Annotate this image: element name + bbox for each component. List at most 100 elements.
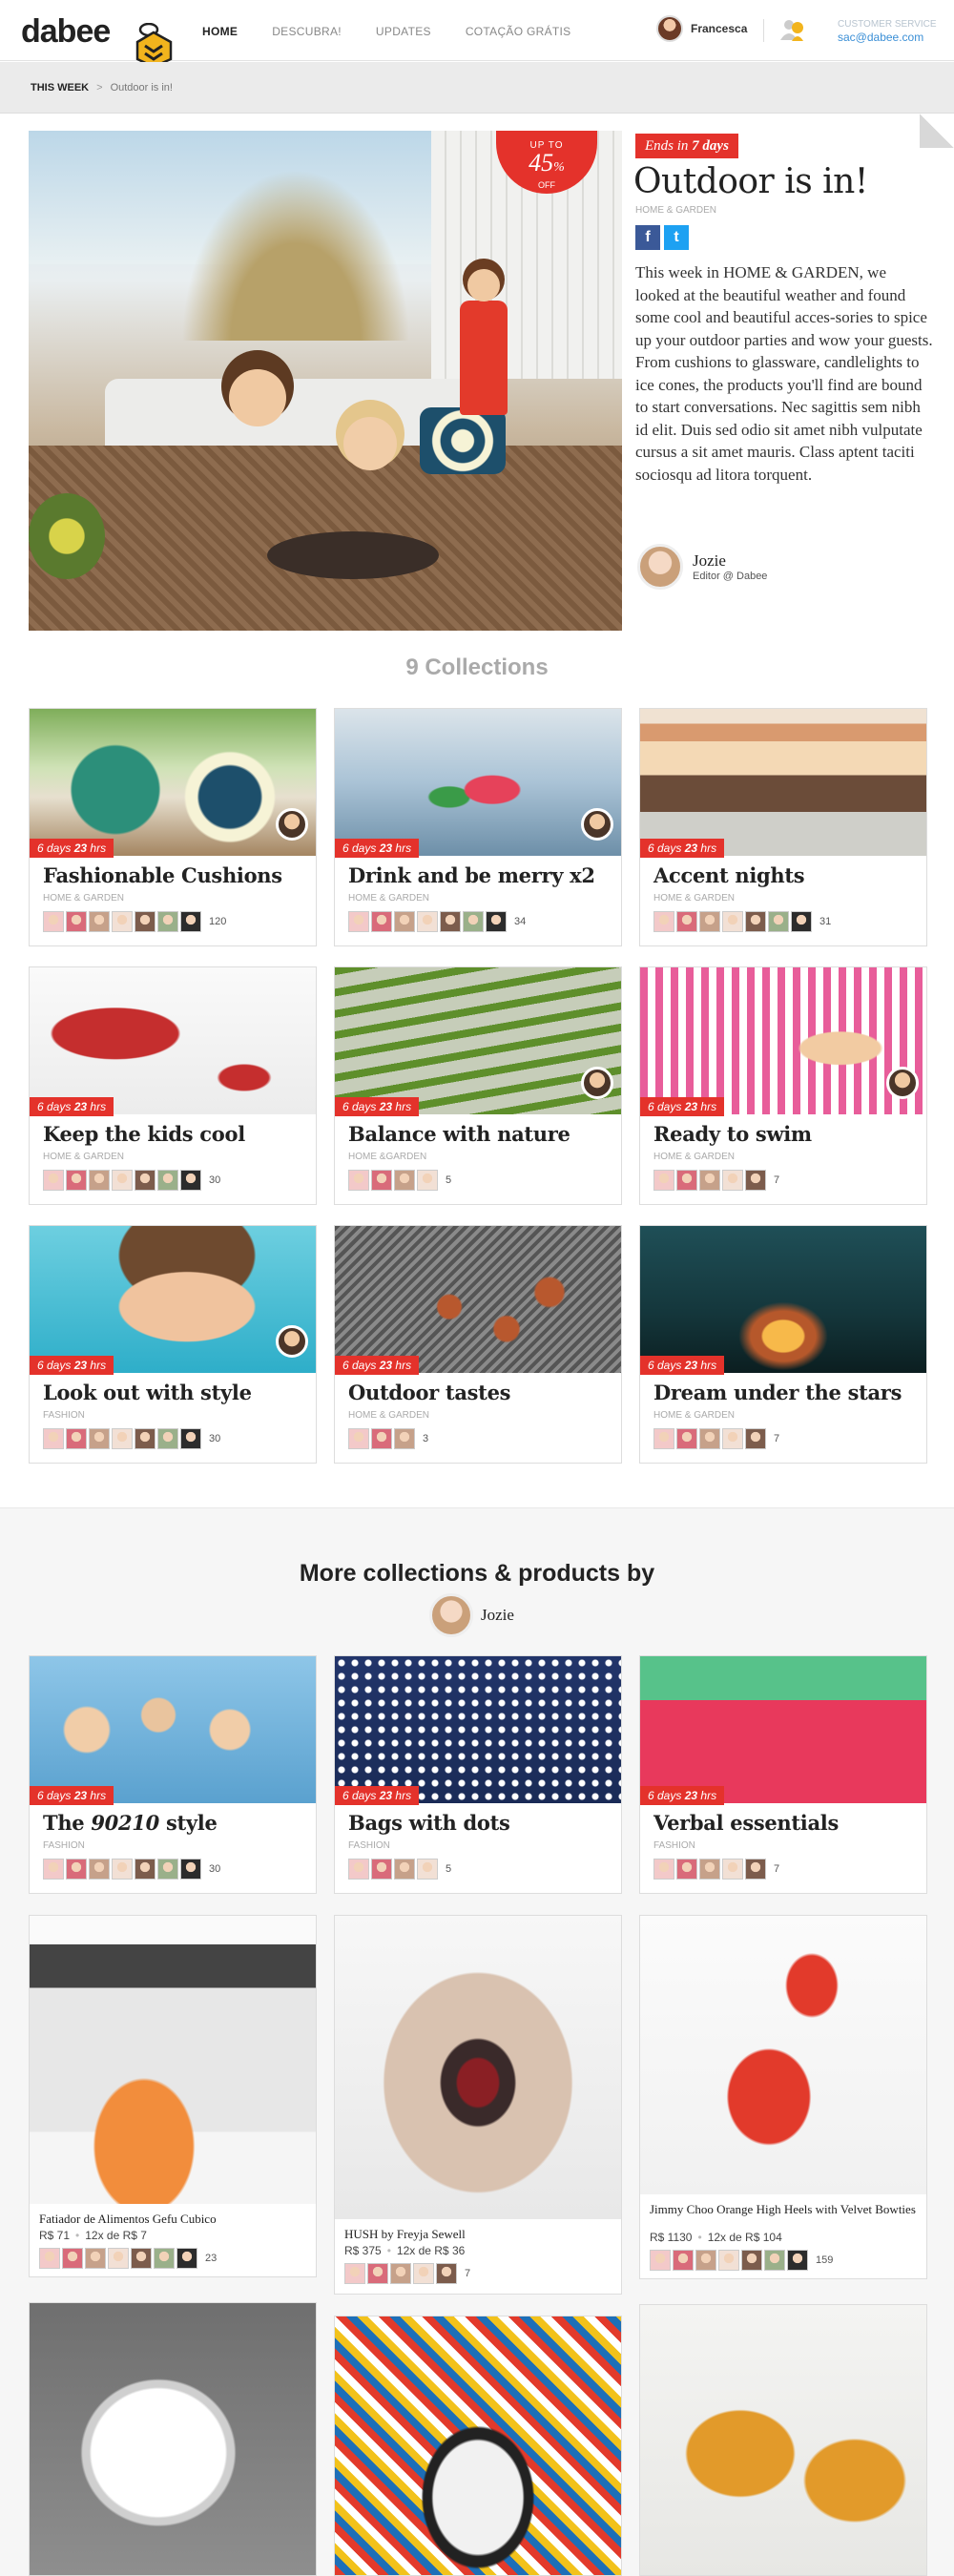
collection-category[interactable]: HOME & GARDEN [43,893,124,904]
follower-avatar[interactable] [89,1170,110,1191]
curator-avatar[interactable] [276,1325,308,1358]
collection-card[interactable]: 6 days 23 hrs Keep the kids cool HOME & GA… [29,966,317,1205]
follower-avatar[interactable] [39,2248,60,2269]
follower-avatar[interactable] [394,1170,415,1191]
follower-avatar[interactable] [180,1170,201,1191]
follower-avatar[interactable] [676,1859,697,1880]
headphones-image[interactable] [334,2316,622,2576]
collection-image[interactable] [640,1226,926,1373]
follower-avatar[interactable] [676,911,697,932]
follower-avatar[interactable] [112,1859,133,1880]
curator-avatar[interactable] [581,808,613,841]
collection-category[interactable]: HOME & GARDEN [348,1410,429,1421]
product-card[interactable]: Jimmy Choo Orange High Heels with Velvet… [639,1915,927,2279]
follower-avatar[interactable] [85,2248,106,2269]
follower-avatar[interactable] [180,1859,201,1880]
friends-notification-icon[interactable] [778,17,805,42]
follower-avatar[interactable] [745,1428,766,1449]
curator-avatar[interactable] [276,808,308,841]
more-author[interactable]: Jozie [429,1593,514,1637]
follower-avatar[interactable] [722,1428,743,1449]
follower-avatar[interactable] [89,1859,110,1880]
follower-avatar[interactable] [367,2263,388,2284]
follower-avatar[interactable] [653,1859,674,1880]
collection-card[interactable]: 6 days 23 hrs Drink and be merry x2 HOME &… [334,708,622,946]
follower-avatar[interactable] [112,1170,133,1191]
collection-title[interactable]: Outdoor tastes [348,1381,510,1404]
collection-title[interactable]: Dream under the stars [653,1381,902,1404]
follower-avatar[interactable] [676,1428,697,1449]
collection-card[interactable]: 6 days 23 hrs The 90210 style FASHION 30 [29,1655,317,1894]
follower-avatar[interactable] [699,1859,720,1880]
collection-card[interactable]: 6 days 23 hrs Verbal essentials FASHION 7 [639,1655,927,1894]
follower-avatar[interactable] [394,911,415,932]
collection-image[interactable] [640,709,926,856]
follower-avatar[interactable] [695,2250,716,2271]
follower-avatar[interactable] [157,1428,178,1449]
collection-card[interactable]: 6 days 23 hrs Accent nights HOME & GARDEN 3… [639,708,927,946]
follower-avatar[interactable] [344,2263,365,2284]
avatar[interactable] [656,15,683,42]
follower-avatar[interactable] [440,911,461,932]
follower-avatar[interactable] [413,2263,434,2284]
collection-title[interactable]: Fashionable Cushions [43,863,282,887]
collection-image[interactable] [30,709,316,856]
collection-category[interactable]: HOME & GARDEN [43,1152,124,1162]
collection-title[interactable]: Bags with dots [348,1811,510,1835]
collection-image[interactable] [335,967,621,1114]
collection-title[interactable]: Accent nights [653,863,805,887]
editor-avatar[interactable] [637,544,683,590]
follower-avatar[interactable] [768,911,789,932]
follower-avatar[interactable] [371,1170,392,1191]
product-name[interactable]: Fatiador de Alimentos Gefu Cubico [39,2212,306,2227]
follower-avatar[interactable] [745,1859,766,1880]
collection-title[interactable]: Verbal essentials [653,1811,839,1835]
follower-avatar[interactable] [673,2250,694,2271]
follower-avatar[interactable] [371,911,392,932]
collection-category[interactable]: HOME & GARDEN [348,893,429,904]
follower-avatar[interactable] [89,1428,110,1449]
collection-card[interactable]: 6 days 23 hrs Dream under the stars HOME &… [639,1225,927,1464]
author-name[interactable]: Jozie [481,1606,514,1625]
nav-updates[interactable]: UPDATES [376,25,431,38]
user-name[interactable]: Francesca [691,22,747,35]
follower-avatar[interactable] [745,911,766,932]
collection-category[interactable]: HOME & GARDEN [653,1410,735,1421]
product-image[interactable] [640,1916,926,2194]
collection-category[interactable]: HOME &GARDEN [348,1152,426,1162]
collection-card[interactable]: 6 days 23 hrs Fashionable Cushions HOME & … [29,708,317,946]
curator-avatar[interactable] [886,1067,919,1099]
collection-category[interactable]: FASHION [653,1840,695,1851]
follower-avatar[interactable] [62,2248,83,2269]
follower-avatar[interactable] [348,1170,369,1191]
follower-avatar[interactable] [764,2250,785,2271]
follower-avatar[interactable] [348,911,369,932]
collection-image[interactable] [335,1656,621,1803]
follower-avatar[interactable] [653,1170,674,1191]
follower-avatar[interactable] [108,2248,129,2269]
follower-avatar[interactable] [176,2248,197,2269]
nav-descubra[interactable]: DESCUBRA! [272,25,342,38]
follower-avatar[interactable] [180,1428,201,1449]
follower-avatar[interactable] [154,2248,175,2269]
collection-category[interactable]: HOME & GARDEN [653,1152,735,1162]
follower-avatar[interactable] [131,2248,152,2269]
follower-avatar[interactable] [66,1428,87,1449]
follower-avatar[interactable] [650,2250,671,2271]
nav-cotacao[interactable]: COTAÇÃO GRÁTIS [466,25,571,38]
hero-image[interactable] [29,131,622,631]
nav-home[interactable]: HOME [202,25,238,38]
customer-service-email[interactable]: sac@dabee.com [838,31,923,44]
collection-title[interactable]: Look out with style [43,1381,252,1404]
product-image[interactable] [335,1916,621,2219]
collection-image[interactable] [640,967,926,1114]
follower-avatar[interactable] [722,1859,743,1880]
follower-avatar[interactable] [135,1428,156,1449]
user-menu[interactable]: Francesca [656,15,747,42]
twitter-icon[interactable]: t [664,225,689,250]
follower-avatar[interactable] [66,1859,87,1880]
follower-avatar[interactable] [394,1859,415,1880]
follower-avatar[interactable] [745,1170,766,1191]
follower-avatar[interactable] [699,911,720,932]
collection-image[interactable] [30,1656,316,1803]
